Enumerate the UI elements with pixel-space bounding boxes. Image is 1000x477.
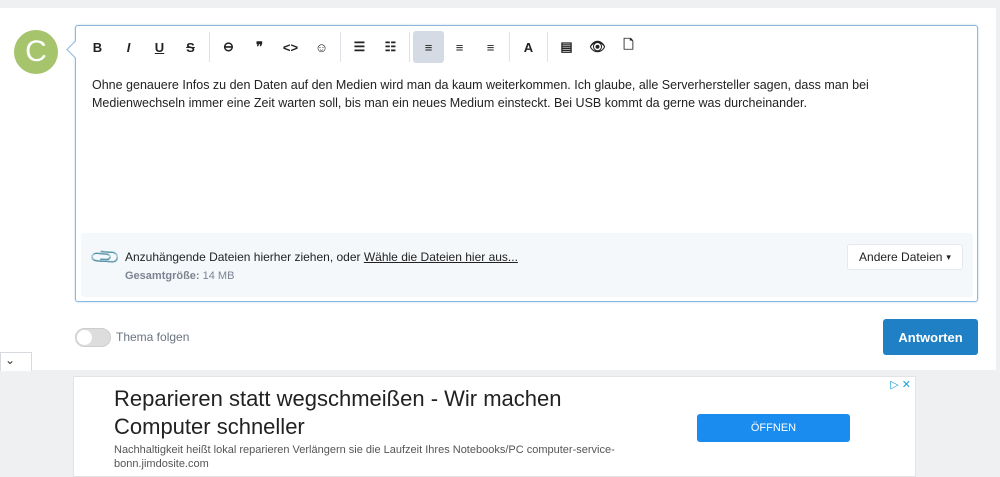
other-files-button[interactable]: Andere Dateien ▾ bbox=[847, 244, 963, 270]
italic-icon: I bbox=[126, 39, 131, 55]
editor-toolbar: B I U S ⊖ ❞ <> ☺ ☰ ☷ ≡ ≡ ≡ A ▤ 👁 🗋 bbox=[82, 30, 644, 64]
italic-button[interactable]: I bbox=[113, 31, 144, 63]
attach-prompt: Anzuhängende Dateien hierher ziehen, ode… bbox=[125, 250, 518, 264]
code-icon: <> bbox=[282, 39, 299, 55]
total-size: Gesamtgröße: 14 MB bbox=[125, 270, 234, 282]
follow-label: Thema folgen bbox=[116, 330, 190, 344]
caret-down-icon: ▾ bbox=[946, 251, 951, 262]
toolbar-divider bbox=[409, 32, 410, 62]
editor-text[interactable]: Ohne genauere Infos zu den Daten auf den… bbox=[92, 76, 962, 112]
paperclip-icon: 📎 bbox=[89, 241, 123, 275]
reply-button[interactable]: Antworten bbox=[883, 319, 978, 355]
smiley-button[interactable]: ☺ bbox=[306, 31, 337, 63]
toggle-knob bbox=[77, 330, 92, 345]
numbered-list-icon: ☷ bbox=[384, 39, 397, 54]
choose-files-link[interactable]: Wähle die Dateien hier aus... bbox=[364, 250, 518, 264]
quote-icon: ❞ bbox=[256, 39, 263, 54]
size-label: Gesamtgröße: bbox=[125, 270, 200, 282]
bullet-list-icon: ☰ bbox=[353, 39, 366, 54]
quote-button[interactable]: ❞ bbox=[244, 31, 275, 63]
align-right-button[interactable]: ≡ bbox=[475, 31, 506, 63]
ad-title[interactable]: Reparieren statt wegschmeißen - Wir mach… bbox=[114, 385, 634, 441]
align-left-button[interactable]: ≡ bbox=[413, 31, 444, 63]
underline-button[interactable]: U bbox=[144, 31, 175, 63]
draft-icon: 🗋 bbox=[623, 37, 634, 52]
toolbar-divider bbox=[509, 32, 510, 62]
attachment-area[interactable]: 📎 Anzuhängende Dateien hierher ziehen, o… bbox=[81, 233, 973, 297]
toolbar-divider bbox=[547, 32, 548, 62]
smiley-icon: ☺ bbox=[314, 39, 329, 55]
avatar[interactable]: C bbox=[14, 30, 58, 74]
other-files-label: Andere Dateien bbox=[859, 250, 943, 264]
bullet-list-button[interactable]: ☰ bbox=[344, 31, 375, 63]
follow-toggle[interactable] bbox=[75, 328, 111, 347]
toolbar-divider bbox=[209, 32, 210, 62]
size-value: 14 MB bbox=[202, 270, 235, 282]
link-button[interactable]: ⊖ bbox=[213, 31, 244, 63]
strikethrough-icon: S bbox=[186, 39, 195, 55]
align-left-icon: ≡ bbox=[424, 39, 433, 55]
bold-button[interactable]: B bbox=[82, 31, 113, 63]
attach-prompt-text: Anzuhängende Dateien hierher ziehen, ode… bbox=[125, 250, 364, 264]
code-button[interactable]: <> bbox=[275, 31, 306, 63]
text-color-icon: A bbox=[523, 39, 534, 55]
align-center-button[interactable]: ≡ bbox=[444, 31, 475, 63]
chevron-down-icon[interactable]: ⌄ bbox=[0, 352, 32, 371]
ad-open-button[interactable]: ÖFFNEN bbox=[697, 414, 850, 442]
adchoices-icon[interactable]: ▷ ✕ bbox=[890, 378, 911, 391]
media-icon: ▤ bbox=[560, 39, 573, 54]
media-button[interactable]: ▤ bbox=[551, 31, 582, 63]
text-color-button[interactable]: A bbox=[513, 31, 544, 63]
underline-icon: U bbox=[154, 39, 165, 55]
draft-button[interactable]: 🗋 bbox=[613, 31, 644, 63]
align-center-icon: ≡ bbox=[455, 39, 464, 55]
strikethrough-button[interactable]: S bbox=[175, 31, 206, 63]
ad-description: Nachhaltigkeit heißt lokal reparieren Ve… bbox=[114, 444, 615, 470]
preview-icon: 👁 bbox=[589, 39, 606, 54]
preview-button[interactable]: 👁 bbox=[582, 31, 613, 63]
link-icon: ⊖ bbox=[223, 39, 234, 54]
bold-icon: B bbox=[92, 39, 103, 55]
numbered-list-button[interactable]: ☷ bbox=[375, 31, 406, 63]
reply-editor[interactable]: B I U S ⊖ ❞ <> ☺ ☰ ☷ ≡ ≡ ≡ A ▤ 👁 🗋 Ohne genauere Infos z… bbox=[75, 25, 978, 302]
advertisement[interactable]: Reparieren statt wegschmeißen - Wir mach… bbox=[73, 376, 916, 477]
toolbar-divider bbox=[340, 32, 341, 62]
align-right-icon: ≡ bbox=[486, 39, 495, 55]
